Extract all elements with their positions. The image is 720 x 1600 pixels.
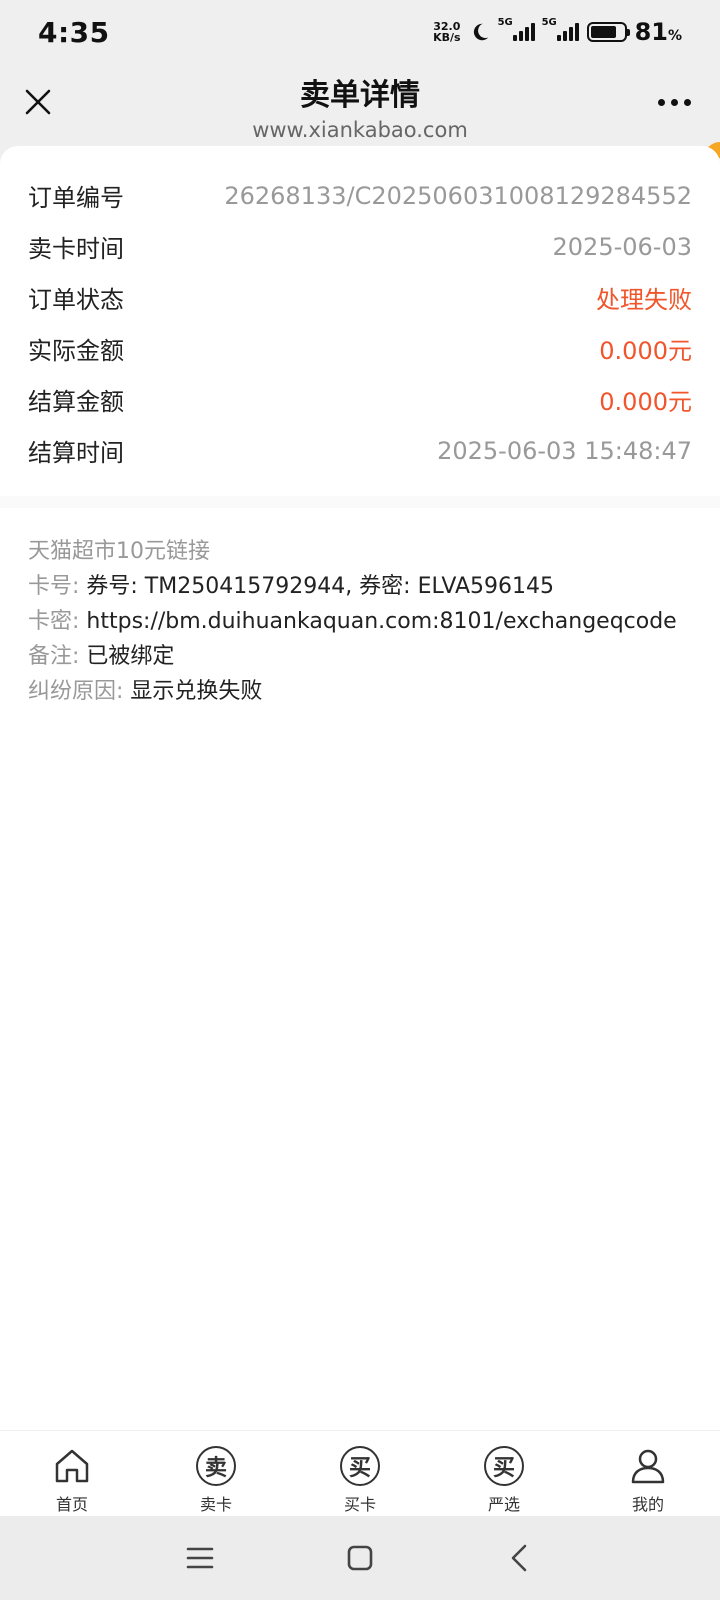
order-info-row: 实际金额 0.000元 xyxy=(28,323,692,374)
dispute-label: 纠纷原因: xyxy=(28,679,131,704)
sell-time-label: 卖卡时间 xyxy=(28,235,124,263)
nav-sell[interactable]: 卖 卖卡 xyxy=(144,1431,288,1516)
page-header: 卖单详情 www.xiankabao.com xyxy=(0,64,720,146)
more-icon xyxy=(657,98,665,106)
section-divider xyxy=(0,496,720,508)
remark-value: 已被绑定 xyxy=(86,644,175,669)
actual-amount-label: 实际金额 xyxy=(28,337,124,365)
order-status-value: 处理失败 xyxy=(596,286,692,314)
status-time: 4:35 xyxy=(38,15,110,49)
system-nav-bar xyxy=(0,1516,720,1600)
back-button[interactable] xyxy=(495,1533,545,1583)
card-secret-value: https://bm.duihuankaquan.com:8101/exchan… xyxy=(86,609,677,634)
bottom-nav: 首页 卖 卖卡 买 买卡 买 严选 我的 xyxy=(0,1430,720,1516)
card-number-line: 卡号: 券号: TM250415792944, 券密: ELVA596145 xyxy=(28,569,692,604)
signal-icon-2: 5G xyxy=(542,17,579,41)
content-area: 订单编号 26268133/C20250603100812928455​2 卖卡… xyxy=(0,146,720,1430)
buy-icon: 买 xyxy=(340,1446,380,1486)
nav-select-label: 严选 xyxy=(487,1495,520,1514)
status-icons: 32.0 KB/s 5G 5G 81% xyxy=(433,17,682,46)
moon-icon xyxy=(473,23,488,41)
screen: 4:35 32.0 KB/s 5G 5G 81% 卖单详情 www.xianka… xyxy=(0,0,720,1600)
home-button[interactable] xyxy=(335,1533,385,1583)
product-name: 天猫超市10元链接 xyxy=(28,539,210,564)
menu-icon xyxy=(186,1547,214,1569)
order-info-row: 结算时间 2025-06-03 15:48:47 xyxy=(28,425,692,476)
more-button[interactable] xyxy=(650,82,698,122)
nav-home-label: 首页 xyxy=(55,1495,88,1514)
card-number-label: 卡号: xyxy=(28,574,87,599)
settle-time-value: 2025-06-03 15:48:47 xyxy=(437,436,692,465)
settle-time-label: 结算时间 xyxy=(28,439,124,467)
remark-line: 备注: 已被绑定 xyxy=(28,639,692,674)
remark-label: 备注: xyxy=(28,644,87,669)
card-secret-line: 卡密: https://bm.duihuankaquan.com:8101/ex… xyxy=(28,604,692,639)
select-icon: 买 xyxy=(484,1446,524,1486)
order-info-card: 订单编号 26268133/C20250603100812928455​2 卖卡… xyxy=(0,146,720,496)
signal-label: 5G xyxy=(497,17,513,28)
order-number-label: 订单编号 xyxy=(28,184,124,212)
order-number-value: 26268133/C20250603100812928455​2 xyxy=(224,181,692,210)
nav-buy[interactable]: 买 买卡 xyxy=(288,1431,432,1516)
nav-select[interactable]: 买 严选 xyxy=(432,1431,576,1516)
page-title: 卖单详情 xyxy=(300,78,420,113)
order-info-row: 订单编号 26268133/C20250603100812928455​2 xyxy=(28,170,692,221)
sell-icon: 卖 xyxy=(196,1446,236,1486)
back-icon xyxy=(511,1544,527,1572)
nav-home[interactable]: 首页 xyxy=(0,1431,144,1516)
user-icon xyxy=(627,1445,669,1487)
status-bar: 4:35 32.0 KB/s 5G 5G 81% xyxy=(0,0,720,64)
page-subtitle: www.xiankabao.com xyxy=(252,118,468,142)
battery-level: 81% xyxy=(634,18,682,46)
battery-icon xyxy=(586,22,630,42)
card-detail-card: 天猫超市10元链接 卡号: 券号: TM250415792944, 券密: EL… xyxy=(0,508,720,735)
nav-sell-label: 卖卡 xyxy=(199,1495,232,1514)
sell-time-value: 2025-06-03 xyxy=(552,232,692,261)
network-speed-unit: KB/s xyxy=(433,31,461,44)
card-number-value: 券号: TM250415792944, 券密: ELVA596145 xyxy=(86,574,555,599)
title-block: 卖单详情 www.xiankabao.com xyxy=(0,70,720,142)
dispute-value: 显示兑换失败 xyxy=(130,679,263,704)
settle-amount-label: 结算金额 xyxy=(28,388,124,416)
order-info-row: 订单状态 处理失败 xyxy=(28,272,692,323)
nav-mine-label: 我的 xyxy=(631,1495,664,1514)
home-icon xyxy=(51,1445,93,1487)
signal-label-2: 5G xyxy=(541,17,557,28)
nav-mine[interactable]: 我的 xyxy=(576,1431,720,1516)
card-secret-label: 卡密: xyxy=(28,609,87,634)
settle-amount-value: 0.000元 xyxy=(599,388,692,416)
square-icon xyxy=(347,1545,373,1571)
order-info-row: 结算金额 0.000元 xyxy=(28,374,692,425)
nav-buy-label: 买卡 xyxy=(343,1495,376,1514)
actual-amount-value: 0.000元 xyxy=(599,337,692,365)
order-info-row: 卖卡时间 2025-06-03 xyxy=(28,221,692,272)
menu-button[interactable] xyxy=(175,1533,225,1583)
dispute-line: 纠纷原因: 显示兑换失败 xyxy=(28,674,692,709)
order-status-label: 订单状态 xyxy=(28,286,124,314)
signal-icon: 5G xyxy=(498,17,535,41)
network-speed: 32.0 KB/s xyxy=(433,21,460,43)
